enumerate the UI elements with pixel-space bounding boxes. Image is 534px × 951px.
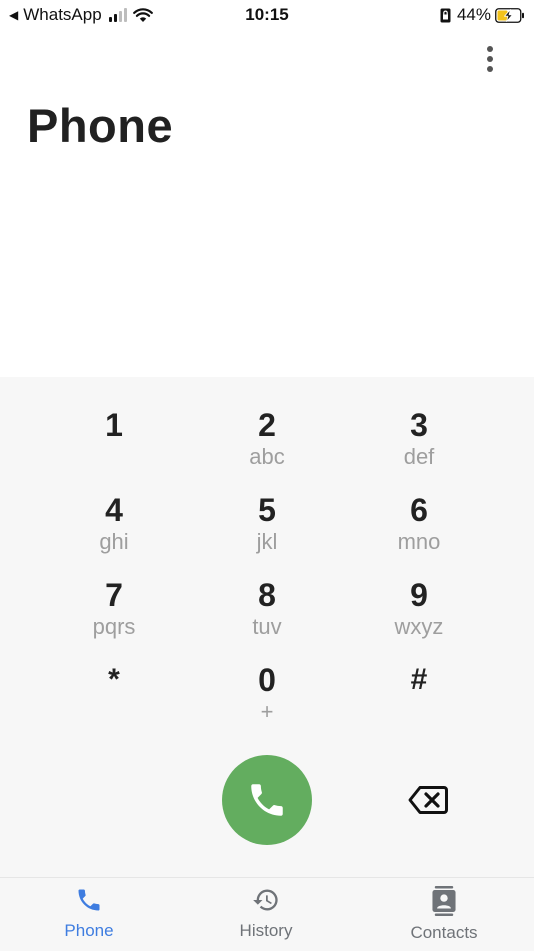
dial-key-8[interactable]: 8 tuv [202, 577, 332, 657]
nav-tab-label: Phone [64, 921, 114, 940]
dial-key-digit: 5 [258, 492, 276, 528]
wifi-icon [132, 7, 153, 22]
dial-key-3[interactable]: 3 def [354, 407, 484, 487]
nav-tab-label: Contacts [410, 923, 478, 942]
dial-key-2[interactable]: 2 abc [202, 407, 332, 487]
dial-key-digit: 2 [258, 407, 276, 443]
history-icon [253, 889, 278, 911]
dial-key-digit: 9 [410, 577, 428, 613]
battery-charging-icon [495, 7, 524, 23]
nav-tab-label: History [239, 921, 293, 940]
dial-key-letters: abc [249, 444, 285, 469]
nav-tab-phone[interactable]: Phone [24, 886, 154, 941]
dial-key-letters: def [403, 444, 435, 469]
dial-key-5[interactable]: 5 jkl [202, 492, 332, 572]
orientation-lock-icon [440, 8, 451, 22]
status-bar: ◀ WhatsApp 10:15 44% [0, 0, 534, 28]
dial-key-letters: ghi [99, 529, 129, 554]
backspace-icon [408, 786, 448, 814]
back-to-app[interactable]: ◀ WhatsApp [9, 5, 153, 25]
dial-key-1[interactable]: 1 [49, 407, 179, 487]
dialpad: 1 2 abc 3 def 4 ghi 5 jkl 6 mno 7 pqrs 8… [0, 377, 534, 877]
cellular-signal-icon [108, 8, 127, 22]
dial-key-digit: 0 [258, 662, 276, 698]
contacts-icon [432, 886, 456, 916]
dial-key-digit: 8 [258, 577, 276, 613]
dial-key-digit: 6 [410, 492, 428, 528]
dial-key-digit: # [410, 663, 428, 696]
status-right: 44% [440, 5, 525, 25]
dial-key-letters: mno [397, 529, 441, 554]
dial-key-letters: tuv [252, 614, 282, 639]
bottom-navigation: Phone History Contacts [0, 877, 534, 951]
phone-icon [78, 889, 100, 911]
dial-key-6[interactable]: 6 mno [354, 492, 484, 572]
back-arrow-icon: ◀ [9, 8, 19, 22]
dial-key-digit: 7 [105, 577, 123, 613]
dial-key-digit: * [108, 663, 120, 696]
dial-key-letters: wxyz [394, 614, 444, 639]
nav-tab-contacts[interactable]: Contacts [379, 886, 509, 943]
dial-key-hash[interactable]: # [354, 662, 484, 742]
dial-key-0[interactable]: 0 + [202, 662, 332, 742]
dial-key-star[interactable]: * [49, 662, 179, 742]
page-title: Phone [27, 99, 174, 152]
phone-icon [251, 784, 283, 816]
dial-key-digit: 1 [105, 407, 123, 443]
dial-key-7[interactable]: 7 pqrs [49, 577, 179, 657]
back-app-label: WhatsApp [23, 5, 102, 24]
more-vert-icon[interactable] [478, 42, 502, 76]
call-button[interactable] [222, 755, 312, 845]
dial-key-4[interactable]: 4 ghi [49, 492, 179, 572]
dial-key-letters: jkl [256, 529, 278, 554]
battery-percent: 44% [456, 5, 491, 24]
nav-tab-history[interactable]: History [201, 886, 331, 941]
backspace-button[interactable] [404, 781, 452, 819]
dial-key-9[interactable]: 9 wxyz [354, 577, 484, 657]
dial-key-letters: pqrs [92, 614, 136, 639]
dial-key-digit: 3 [410, 407, 428, 443]
dial-key-letters: + [260, 699, 274, 724]
dial-key-digit: 4 [105, 492, 123, 528]
